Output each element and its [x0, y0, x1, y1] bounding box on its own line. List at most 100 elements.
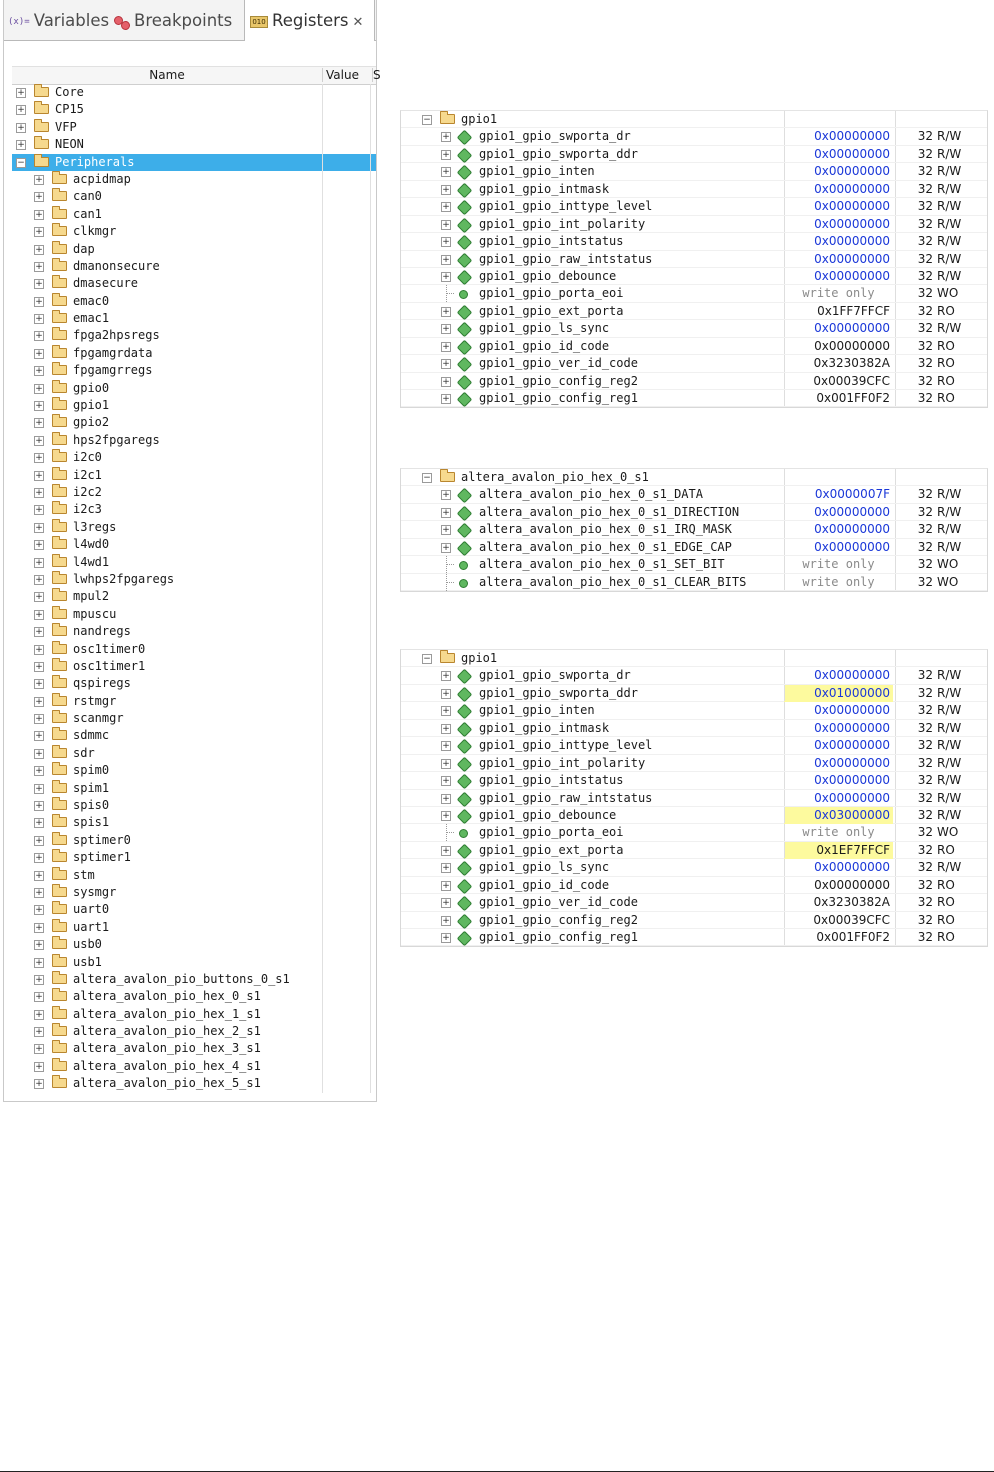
tree-item[interactable]: + spim1 [12, 779, 376, 798]
expand-icon[interactable]: + [441, 898, 451, 909]
register-row[interactable]: + gpio1_gpio_int_polarity 0x00000000 32 R/W [401, 215, 987, 234]
tree-item[interactable]: + qspiregs [12, 675, 376, 693]
expand-icon[interactable]: + [441, 219, 451, 230]
tree-item[interactable]: + VFP [12, 118, 376, 137]
expand-icon[interactable]: + [34, 870, 44, 881]
register-row[interactable]: + gpio1_gpio_config_reg2 0x00039CFC 32 RO [401, 911, 987, 929]
register-group-row[interactable]: − gpio1 [401, 111, 987, 129]
register-row[interactable]: + gpio1_gpio_intstatus 0x00000000 32 R/W [401, 772, 987, 790]
expand-icon[interactable]: + [34, 922, 44, 933]
tree-item[interactable]: + fpgamgrregs [12, 362, 376, 380]
collapse-icon[interactable]: − [422, 473, 432, 483]
tree-item[interactable]: + i2c3 [12, 501, 376, 519]
register-row[interactable]: gpio1_gpio_porta_eoi write only 32 WO [401, 285, 987, 303]
tree-item[interactable]: + l4wd1 [12, 553, 376, 571]
expand-icon[interactable]: + [34, 592, 44, 603]
expand-icon[interactable]: + [441, 810, 451, 821]
register-value[interactable]: 0x00000000 [784, 181, 893, 198]
register-value[interactable]: 0x00000000 [784, 667, 893, 684]
expand-icon[interactable]: + [441, 341, 451, 352]
register-row[interactable]: + gpio1_gpio_raw_intstatus 0x00000000 32 R/W [401, 789, 987, 807]
expand-icon[interactable]: + [34, 435, 44, 446]
expand-icon[interactable]: + [34, 801, 44, 812]
tree-item[interactable]: + gpio2 [12, 414, 376, 432]
tree-item[interactable]: + clkmgr [12, 223, 376, 241]
register-value[interactable]: 0x00000000 [784, 338, 893, 355]
register-value[interactable]: 0x0000007F [784, 486, 893, 503]
expand-icon[interactable]: + [34, 574, 44, 585]
expand-icon[interactable]: + [441, 149, 451, 160]
expand-icon[interactable]: + [34, 453, 44, 464]
tree-item[interactable]: + i2c2 [12, 483, 376, 502]
expand-icon[interactable]: + [441, 525, 451, 536]
register-row[interactable]: + gpio1_gpio_ver_id_code 0x3230382A 32 RO [401, 894, 987, 912]
register-row[interactable]: + altera_avalon_pio_hex_0_s1_DIRECTION 0x0… [401, 503, 987, 522]
register-row[interactable]: + gpio1_gpio_int_polarity 0x00000000 32 R/W [401, 754, 987, 773]
register-value[interactable]: 0x03000000 [784, 806, 893, 824]
expand-icon[interactable]: + [441, 741, 451, 752]
register-value[interactable]: 0x00000000 [784, 233, 893, 250]
column-header-s[interactable]: S [373, 68, 381, 82]
expand-icon[interactable]: + [16, 140, 26, 151]
register-value[interactable]: 0x00000000 [784, 504, 893, 521]
register-row[interactable]: + gpio1_gpio_ls_sync 0x00000000 32 R/W [401, 320, 987, 338]
register-row[interactable]: altera_avalon_pio_hex_0_s1_SET_BIT write … [401, 556, 987, 574]
register-value[interactable]: 0x00000000 [784, 146, 893, 163]
tree-item[interactable]: + altera_avalon_pio_hex_3_s1 [12, 1040, 376, 1058]
register-value[interactable]: write only [784, 574, 893, 591]
tree-item[interactable]: + spis0 [12, 797, 376, 815]
tree-item[interactable]: + sptimer0 [12, 831, 376, 850]
tab-registers[interactable]: 010 Registers ✕ [244, 0, 375, 41]
register-value[interactable]: 0x00000000 [784, 720, 893, 737]
expand-icon[interactable]: + [34, 783, 44, 794]
tree-item[interactable]: + gpio0 [12, 379, 376, 398]
register-row[interactable]: + gpio1_gpio_swporta_dr 0x00000000 32 R/W [401, 667, 987, 685]
expand-icon[interactable]: + [34, 1061, 44, 1072]
tree-item[interactable]: + altera_avalon_pio_hex_2_s1 [12, 1023, 376, 1041]
expand-icon[interactable]: + [34, 974, 44, 985]
tree-item[interactable]: + can1 [12, 205, 376, 224]
tree-item[interactable]: + acpidmap [12, 170, 376, 189]
register-value[interactable]: 0x01000000 [784, 684, 893, 702]
register-row[interactable]: + gpio1_gpio_swporta_dr 0x00000000 32 R/W [401, 128, 987, 146]
expand-icon[interactable]: + [34, 992, 44, 1003]
register-row[interactable]: + altera_avalon_pio_hex_0_s1_EDGE_CAP 0x00… [401, 538, 987, 557]
expand-icon[interactable]: + [34, 505, 44, 516]
tree-item[interactable]: + spis1 [12, 814, 376, 832]
expand-icon[interactable]: + [34, 314, 44, 325]
tree-item[interactable]: + dmasecure [12, 275, 376, 293]
tree-item[interactable]: + usb1 [12, 953, 376, 971]
register-row[interactable]: + gpio1_gpio_inttype_level 0x00000000 32 R/W [401, 198, 987, 216]
tree-item[interactable]: + sysmgr [12, 883, 376, 902]
close-icon[interactable]: ✕ [353, 15, 364, 30]
expand-icon[interactable]: + [441, 542, 451, 553]
register-row[interactable]: + gpio1_gpio_debounce 0x03000000 32 R/W [401, 806, 987, 825]
expand-icon[interactable]: + [34, 209, 44, 220]
register-group-row[interactable]: − altera_avalon_pio_hex_0_s1 [401, 469, 987, 487]
expand-icon[interactable]: + [34, 557, 44, 568]
collapse-icon[interactable]: − [422, 654, 432, 664]
expand-icon[interactable]: + [441, 671, 451, 682]
expand-icon[interactable]: + [441, 880, 451, 891]
expand-icon[interactable]: + [34, 627, 44, 638]
expand-icon[interactable]: + [34, 244, 44, 255]
expand-icon[interactable]: + [34, 261, 44, 272]
expand-icon[interactable]: + [441, 237, 451, 248]
expand-icon[interactable]: + [34, 192, 44, 203]
register-row[interactable]: + gpio1_gpio_swporta_ddr 0x01000000 32 R/W [401, 684, 987, 703]
register-value[interactable]: 0x00000000 [784, 198, 893, 215]
expand-icon[interactable]: + [441, 688, 451, 699]
expand-icon[interactable]: + [34, 331, 44, 342]
expand-icon[interactable]: + [34, 174, 44, 185]
register-value[interactable]: 0x00000000 [784, 737, 893, 754]
tree-item[interactable]: + lwhps2fpgaregs [12, 570, 376, 589]
register-row[interactable]: altera_avalon_pio_hex_0_s1_CLEAR_BITS wri… [401, 573, 987, 592]
register-value[interactable]: 0x00000000 [784, 251, 893, 268]
expand-icon[interactable]: + [34, 818, 44, 829]
tree-item[interactable]: + usb0 [12, 936, 376, 954]
expand-icon[interactable]: + [34, 887, 44, 898]
register-value[interactable]: 0x00000000 [784, 859, 893, 876]
expand-icon[interactable]: + [441, 167, 451, 178]
register-value[interactable]: 0x00000000 [784, 790, 893, 807]
tree-item[interactable]: + scanmgr [12, 710, 376, 728]
